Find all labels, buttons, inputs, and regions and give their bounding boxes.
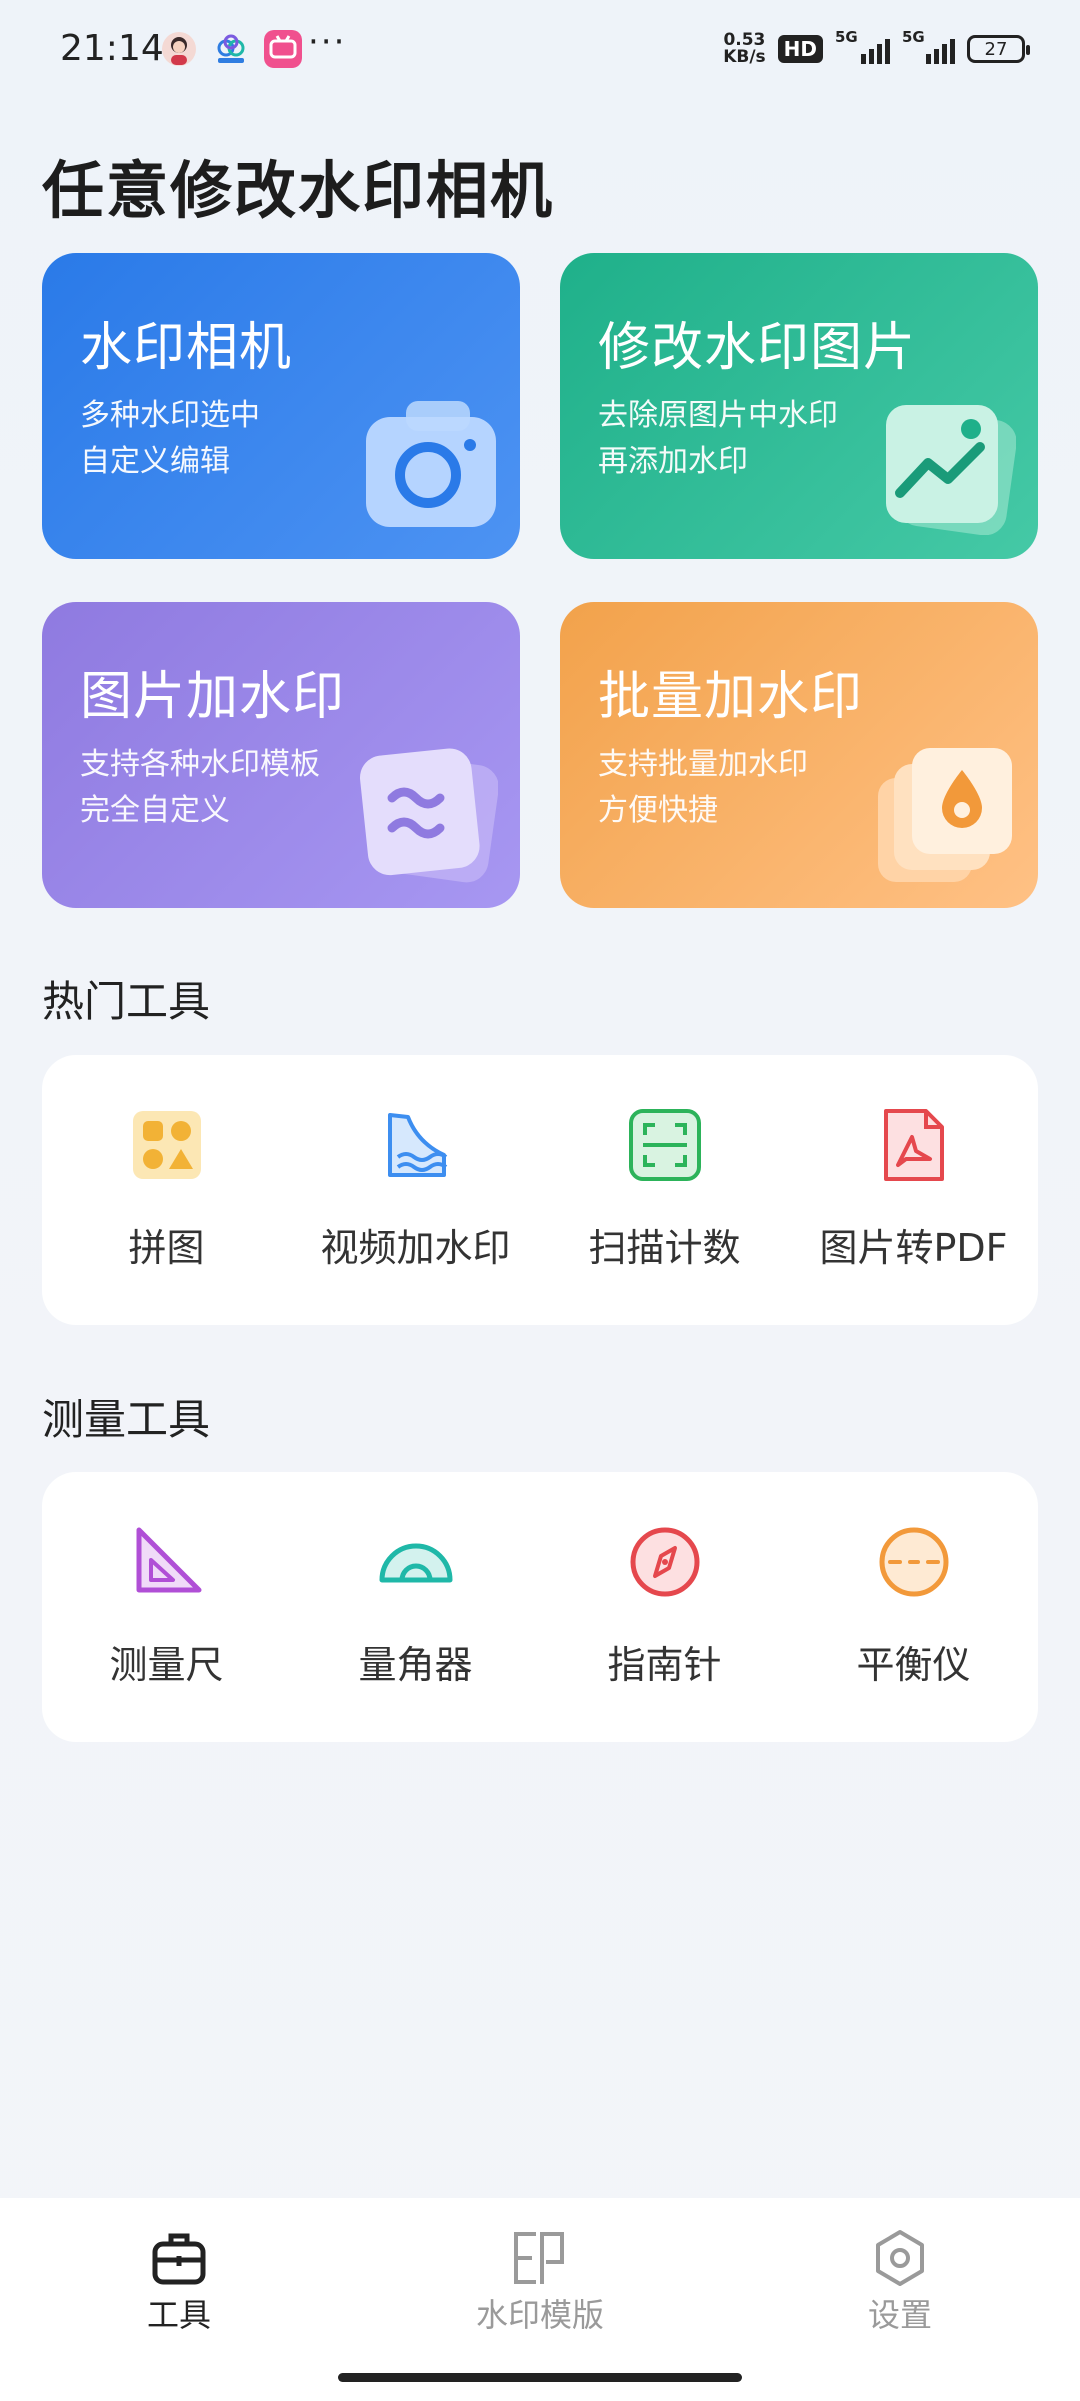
battery-level: 27 xyxy=(984,38,1008,60)
signal-label: 5G xyxy=(902,28,925,46)
pdf-icon xyxy=(883,1109,944,1181)
card-desc: 去除原图片中水印 再添加水印 xyxy=(598,398,838,479)
camera-icon xyxy=(366,401,496,527)
watermark-camera-card[interactable]: 水印相机 多种水印选中 自定义编辑 xyxy=(42,253,520,559)
protractor-icon xyxy=(379,1543,452,1583)
card-title: 图片加水印 xyxy=(80,667,346,727)
wave-layers-icon xyxy=(359,748,498,883)
signal-icon: 5G xyxy=(835,28,890,64)
card-desc: 多种水印选中 自定义编辑 xyxy=(80,398,260,479)
batch-add-watermark-card[interactable]: 批量加水印 支持批量加水印 方便快捷 xyxy=(560,602,1038,908)
tool-image-to-pdf[interactable]: 图片转PDF xyxy=(789,1055,1038,1325)
tool-ruler[interactable]: 测量尺 xyxy=(42,1472,291,1742)
tab-tools[interactable]: 工具 xyxy=(79,2228,279,2336)
tool-collage[interactable]: 拼图 xyxy=(42,1055,291,1325)
tool-label: 视频加水印 xyxy=(320,1226,511,1270)
avatar-app-icon xyxy=(162,32,196,66)
tool-level[interactable]: 平衡仪 xyxy=(789,1472,1038,1742)
network-speed-unit: KB/s xyxy=(723,47,766,67)
page-title: 任意修改水印相机 xyxy=(42,154,555,227)
measure-tools-panel: 测量尺 量角器 指南针 平衡仪 xyxy=(42,1472,1038,1742)
signal-icon: 5G xyxy=(902,28,955,64)
tab-label: 水印模版 xyxy=(475,2296,604,2334)
bottom-tab-bar: 工具 水印模版 设置 xyxy=(0,2198,1080,2401)
hot-tools-title: 热门工具 xyxy=(42,977,211,1026)
hot-tools-panel: 拼图 视频加水印 扫描计数 图片转PDF xyxy=(42,1055,1038,1325)
card-desc: 支持各种水印模板 完全自定义 xyxy=(80,747,320,828)
settings-hex-icon xyxy=(876,2230,924,2286)
tab-watermark-templates[interactable]: 水印模版 xyxy=(440,2228,640,2336)
tool-label: 量角器 xyxy=(358,1643,473,1687)
tab-label: 工具 xyxy=(146,2296,211,2334)
card-desc: 支持批量加水印 方便快捷 xyxy=(598,747,808,828)
signal-label: 5G xyxy=(835,28,858,46)
tool-label: 图片转PDF xyxy=(819,1226,1008,1270)
video-wave-icon xyxy=(387,1113,447,1177)
status-time: 21:14 xyxy=(60,28,164,69)
tab-settings[interactable]: 设置 xyxy=(800,2228,1000,2336)
tool-compass[interactable]: 指南针 xyxy=(540,1472,789,1742)
cloud-app-icon xyxy=(217,34,245,63)
network-speed: 0.53 KB/s xyxy=(723,32,765,66)
tool-label: 拼图 xyxy=(128,1226,205,1270)
set-square-icon xyxy=(136,1527,201,1593)
tool-video-watermark[interactable]: 视频加水印 xyxy=(291,1055,540,1325)
card-title: 修改水印图片 xyxy=(598,318,917,378)
card-title: 批量加水印 xyxy=(598,667,864,727)
tab-label: 设置 xyxy=(867,2296,932,2334)
status-indicators: 0.53 KB/s HD 5G 5G 27 xyxy=(723,28,1030,66)
home-indicator[interactable] xyxy=(338,2373,742,2382)
scan-icon xyxy=(628,1109,701,1181)
compass-icon xyxy=(630,1527,699,1597)
tool-protractor[interactable]: 量角器 xyxy=(291,1472,540,1742)
edit-watermark-image-card[interactable]: 修改水印图片 去除原图片中水印 再添加水印 xyxy=(560,253,1038,559)
bilibili-app-icon xyxy=(264,30,302,68)
card-title: 水印相机 xyxy=(80,318,293,378)
more-notifications-icon: ··· xyxy=(308,22,347,62)
tool-label: 测量尺 xyxy=(109,1643,224,1687)
tool-label: 指南针 xyxy=(607,1643,722,1687)
status-app-icons xyxy=(160,30,302,68)
level-icon xyxy=(879,1527,948,1597)
tool-label: 扫描计数 xyxy=(588,1226,741,1270)
battery-icon: 27 xyxy=(967,35,1030,63)
toolbox-icon xyxy=(152,2233,206,2285)
tool-label: 平衡仪 xyxy=(856,1643,971,1687)
tool-scan-count[interactable]: 扫描计数 xyxy=(540,1055,789,1325)
image-chart-icon xyxy=(886,405,1016,535)
image-add-watermark-card[interactable]: 图片加水印 支持各种水印模板 完全自定义 xyxy=(42,602,520,908)
hd-badge: HD xyxy=(777,35,823,63)
watermark-icon xyxy=(514,2232,564,2284)
measure-tools-title: 测量工具 xyxy=(42,1395,211,1444)
drop-stack-icon xyxy=(878,748,1012,882)
collage-icon xyxy=(132,1111,201,1179)
